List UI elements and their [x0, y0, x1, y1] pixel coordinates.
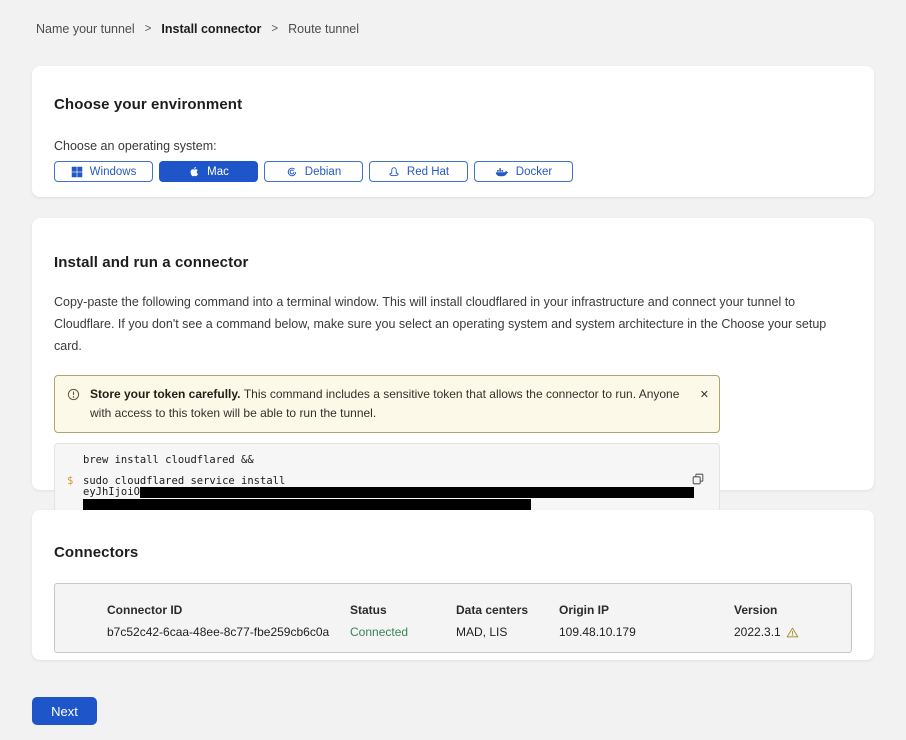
os-button-docker[interactable]: Docker — [474, 161, 573, 182]
column-header-status: Status — [350, 603, 456, 617]
column-header-data-centers: Data centers — [456, 603, 559, 617]
token-warning-alert: Store your token carefully. This command… — [54, 375, 720, 433]
redacted-token-bar — [83, 499, 531, 510]
column-header-version: Version — [734, 603, 851, 617]
redacted-token-bar — [140, 487, 694, 498]
connector-version-value: 2022.3.1 — [734, 625, 851, 639]
environment-card-title: Choose your environment — [54, 66, 852, 113]
alert-text: Store your token carefully. This command… — [90, 385, 685, 423]
install-command-code-block: brew install cloudflared && $ sudo cloud… — [54, 443, 720, 515]
alert-title: Store your token carefully. — [90, 387, 244, 401]
breadcrumb-step-route-tunnel[interactable]: Route tunnel — [288, 22, 359, 36]
os-button-windows[interactable]: Windows — [54, 161, 153, 182]
connectors-table: Connector ID Status Data centers Origin … — [54, 583, 852, 653]
breadcrumb-separator: > — [145, 23, 152, 35]
close-icon[interactable]: ✕ — [700, 390, 709, 401]
connector-origin-ip-value: 109.48.10.179 — [559, 625, 734, 639]
next-button[interactable]: Next — [32, 697, 97, 725]
os-button-label: Docker — [516, 166, 552, 178]
os-button-label: Red Hat — [407, 166, 449, 178]
windows-icon — [71, 166, 83, 178]
os-button-label: Debian — [305, 166, 341, 178]
debian-icon — [286, 166, 298, 178]
os-button-label: Mac — [207, 166, 229, 178]
command-line-brew: brew install cloudflared && — [83, 455, 705, 467]
breadcrumb-step-name-tunnel[interactable]: Name your tunnel — [36, 22, 135, 36]
install-description: Copy-paste the following command into a … — [54, 292, 852, 358]
breadcrumb-step-install-connector[interactable]: Install connector — [161, 22, 261, 36]
redhat-icon — [388, 166, 400, 178]
docker-icon — [495, 166, 509, 178]
connector-data-centers-value: MAD, LIS — [456, 625, 559, 639]
breadcrumb-separator: > — [271, 23, 278, 35]
os-button-mac[interactable]: Mac — [159, 161, 258, 182]
connector-id-value: b7c52c42-6caa-48ee-8c77-fbe259cb6c0a — [107, 625, 350, 639]
connectors-card-title: Connectors — [54, 510, 852, 561]
warning-triangle-icon — [786, 626, 799, 639]
token-line: eyJhIjoiO — [83, 487, 705, 499]
install-card-title: Install and run a connector — [54, 218, 852, 271]
copy-icon[interactable] — [689, 470, 707, 491]
column-header-origin-ip: Origin IP — [559, 603, 734, 617]
apple-icon — [188, 165, 200, 178]
version-text: 2022.3.1 — [734, 625, 781, 639]
column-header-connector-id: Connector ID — [107, 603, 350, 617]
choose-environment-card: Choose your environment Choose an operat… — [32, 66, 874, 197]
os-button-redhat[interactable]: Red Hat — [369, 161, 468, 182]
warning-circle-icon — [67, 388, 80, 406]
os-select-label: Choose an operating system: — [54, 139, 852, 153]
os-button-debian[interactable]: Debian — [264, 161, 363, 182]
connector-status-value: Connected — [350, 625, 456, 639]
os-button-label: Windows — [90, 166, 137, 178]
token-prefix: eyJhIjoiO — [83, 487, 140, 499]
command-line-sudo: $ sudo cloudflared service install — [67, 476, 705, 488]
install-connector-card: Install and run a connector Copy-paste t… — [32, 218, 874, 490]
os-button-group: Windows Mac Debian Red Hat Docker — [54, 161, 852, 182]
connectors-card: Connectors Connector ID Status Data cent… — [32, 510, 874, 660]
breadcrumb: Name your tunnel > Install connector > R… — [36, 22, 359, 36]
shell-prompt: $ — [67, 476, 83, 488]
